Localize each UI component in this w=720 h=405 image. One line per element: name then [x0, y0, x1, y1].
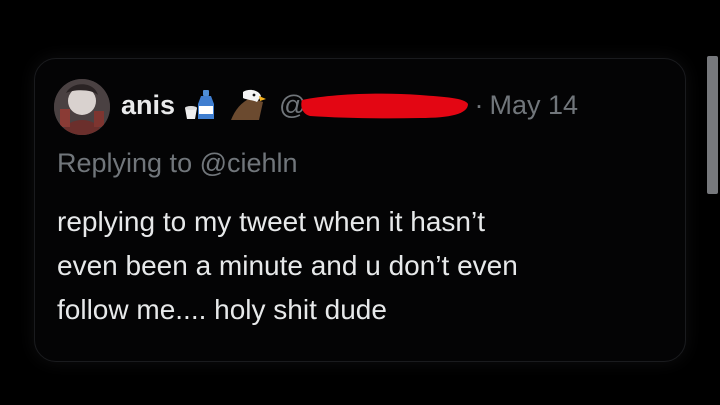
author-handle[interactable]: @ — [279, 90, 470, 121]
tweet-text-line: follow me.... holy shit dude — [57, 294, 387, 325]
sake-bottle-icon — [183, 88, 221, 122]
replying-to: Replying to @ciehln — [57, 148, 298, 179]
post-date[interactable]: May 14 — [489, 90, 578, 121]
post-header: anis @ · May 14 — [121, 85, 578, 125]
eagle-icon — [229, 88, 267, 122]
author-name[interactable]: anis — [121, 90, 175, 121]
reply-prefix: Replying to — [57, 148, 193, 178]
tweet-text-line: even been a minute and u don’t even — [57, 250, 518, 281]
avatar[interactable] — [54, 79, 110, 135]
separator-dot: · — [474, 89, 484, 120]
tweet-text-line: replying to my tweet when it hasn’t — [57, 206, 485, 237]
scrollbar[interactable] — [707, 56, 718, 194]
tweet-text: replying to my tweet when it hasn’t even… — [57, 200, 657, 332]
reply-to-handle[interactable]: @ciehln — [200, 148, 298, 178]
redaction-mark — [301, 93, 469, 119]
